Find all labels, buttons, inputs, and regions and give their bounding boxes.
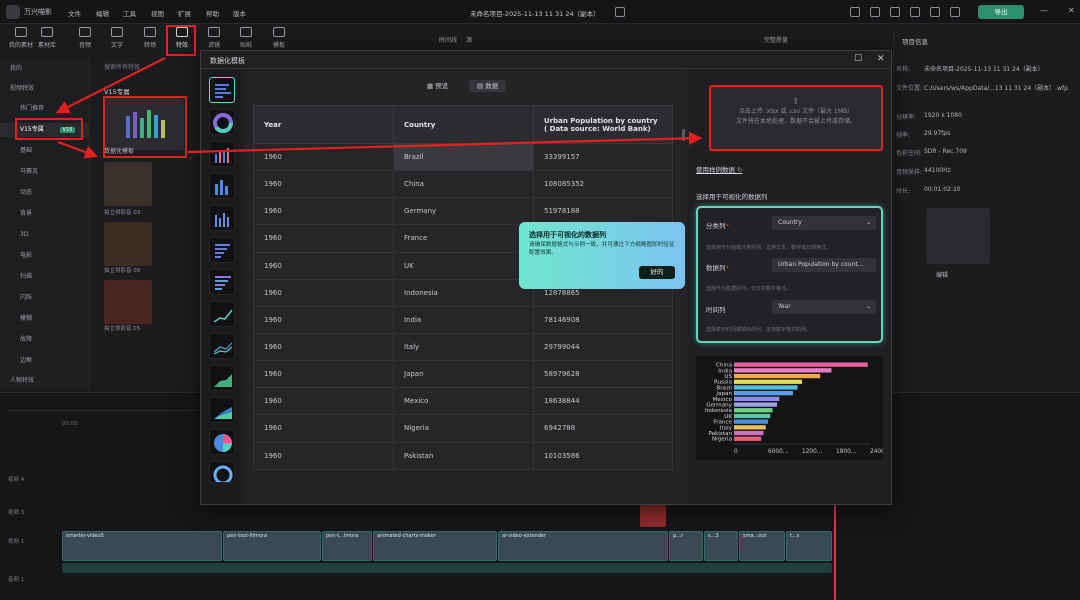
annotation-arrows [56, 57, 703, 159]
